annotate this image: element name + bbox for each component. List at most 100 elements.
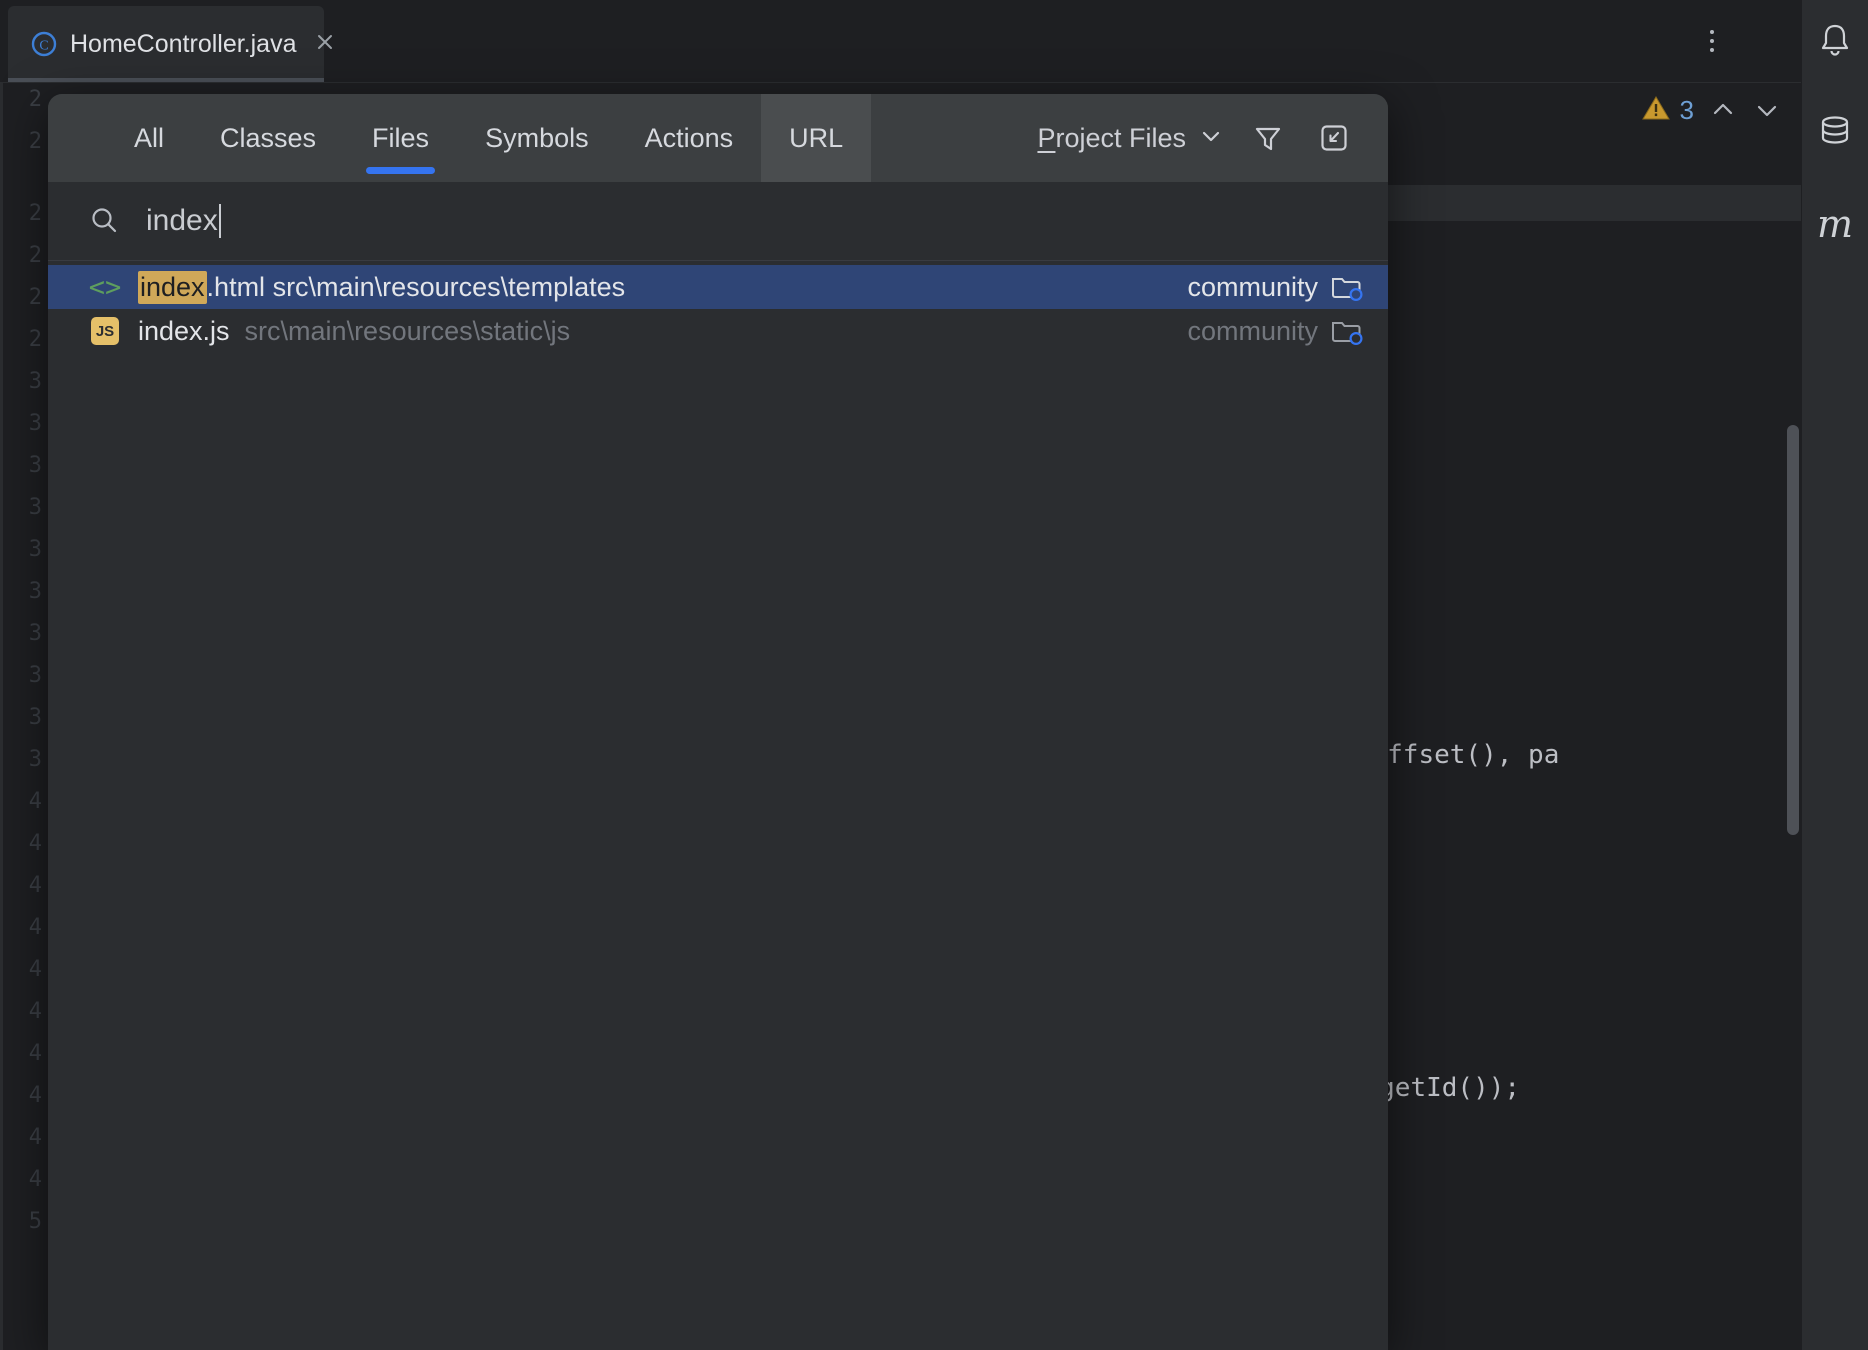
tab-indicator	[366, 167, 436, 174]
gutter-accent	[0, 83, 3, 1350]
right-tool-rail: m	[1801, 0, 1868, 1350]
editor-code-strip	[1410, 222, 1803, 1350]
js-badge-label: JS	[91, 317, 119, 345]
line-number: 2	[28, 285, 42, 310]
tab-label: Symbols	[485, 122, 589, 153]
close-icon[interactable]	[313, 30, 337, 59]
result-module-group: community	[1187, 316, 1364, 347]
scope-selector[interactable]: Project Files	[1037, 123, 1224, 154]
tab-indicator	[783, 167, 849, 174]
line-number: 4	[28, 873, 42, 898]
module-folder-icon	[1330, 272, 1364, 302]
tab-files[interactable]: Files	[344, 94, 457, 182]
notifications-icon[interactable]	[1811, 16, 1859, 64]
scope-mnemonic: P	[1037, 122, 1056, 153]
result-match-highlight: index	[138, 270, 207, 304]
line-number: 3	[28, 537, 42, 562]
result-path: src\main\resources\static\js	[229, 315, 571, 346]
result-module-group: community	[1187, 272, 1364, 303]
line-number: 2	[28, 201, 42, 226]
search-everywhere-popup: All Classes Files Symbols Actions URL Pr…	[48, 94, 1388, 1350]
line-number: 2	[28, 129, 42, 154]
editor-tab-underline	[8, 78, 324, 82]
tab-label: Files	[372, 122, 430, 153]
warning-triangle-icon	[1640, 92, 1672, 129]
line-number: 4	[28, 915, 42, 940]
tab-label: Actions	[644, 122, 734, 153]
tab-url[interactable]: URL	[761, 94, 872, 182]
result-row-index-html[interactable]: <> index .html src\main\resources\templat…	[48, 265, 1388, 309]
line-number: 2	[28, 87, 42, 112]
result-name: index.js	[138, 315, 230, 346]
line-number: 4	[28, 957, 42, 982]
line-number: 3	[28, 495, 42, 520]
line-number: 4	[28, 1083, 42, 1108]
line-number: 3	[28, 369, 42, 394]
js-file-icon: JS	[88, 314, 122, 348]
scope-label: Project Files	[1037, 123, 1186, 154]
tab-indicator	[639, 167, 740, 174]
inspection-widget: 3	[1640, 82, 1782, 138]
line-number: 2	[28, 327, 42, 352]
scope-label-rest: roject Files	[1055, 122, 1186, 153]
database-icon[interactable]	[1811, 108, 1859, 156]
line-number: 3	[28, 747, 42, 772]
line-number: 4	[28, 999, 42, 1024]
line-number: 5	[28, 1209, 42, 1234]
chevron-up-icon[interactable]	[1708, 95, 1738, 125]
line-number: 3	[28, 453, 42, 478]
editor-tab-homecontroller[interactable]: C HomeController.java	[8, 6, 332, 82]
line-number: 3	[28, 705, 42, 730]
chevron-down-icon	[1198, 123, 1224, 154]
search-input[interactable]: index	[146, 182, 1388, 260]
tab-label: URL	[789, 122, 844, 153]
result-module-name: community	[1187, 315, 1318, 346]
line-number: 3	[28, 663, 42, 688]
maven-icon[interactable]: m	[1811, 200, 1859, 248]
result-path: src\main\resources\templates	[265, 271, 626, 302]
search-everywhere-tabs: All Classes Files Symbols Actions URL	[106, 94, 872, 182]
editor-tab-bar: C HomeController.java	[0, 0, 1803, 83]
line-number: 3	[28, 579, 42, 604]
tab-indicator	[214, 167, 322, 174]
result-row-index-js[interactable]: JS index.js src\main\resources\static\js…	[48, 309, 1388, 353]
search-input-value: index	[146, 204, 218, 237]
editor-vertical-scrollbar[interactable]	[1787, 425, 1799, 835]
line-number: 4	[28, 1167, 42, 1192]
ide-window: 2 2 2 2 2 2 3 3 3 3 3 3 3 3 3 3 4 4 4 4 …	[0, 0, 1868, 1350]
open-in-find-window-icon[interactable]	[1312, 116, 1356, 160]
more-vertical-icon[interactable]	[1695, 24, 1729, 58]
text-caret	[218, 204, 221, 238]
search-everywhere-header: All Classes Files Symbols Actions URL Pr…	[48, 94, 1388, 182]
line-number: 4	[28, 1041, 42, 1066]
html-angle-brackets: <>	[88, 271, 122, 303]
tab-actions[interactable]: Actions	[617, 94, 762, 182]
line-number: 4	[28, 831, 42, 856]
tab-label: All	[134, 122, 165, 153]
search-results-list: <> index .html src\main\resources\templat…	[48, 261, 1388, 353]
tab-indicator	[128, 167, 170, 174]
maven-letter: m	[1816, 202, 1854, 246]
tab-label: Classes	[220, 122, 317, 153]
line-number: 4	[28, 789, 42, 814]
line-number: 2	[28, 243, 42, 268]
tab-indicator	[479, 167, 595, 174]
line-number: 4	[28, 1125, 42, 1150]
search-everywhere-header-actions: Project Files	[1037, 94, 1388, 182]
tab-symbols[interactable]: Symbols	[457, 94, 617, 182]
result-module-name: community	[1187, 271, 1318, 302]
chevron-down-icon[interactable]	[1752, 95, 1782, 125]
svg-text:C: C	[39, 39, 48, 54]
search-icon	[84, 201, 124, 241]
warning-count-group[interactable]: 3	[1640, 92, 1694, 129]
result-name: .html	[206, 271, 266, 302]
result-label: index .html src\main\resources\templates	[138, 270, 626, 304]
html-file-icon: <>	[88, 270, 122, 304]
search-input-row[interactable]: index	[48, 182, 1388, 261]
tab-all[interactable]: All	[106, 94, 192, 182]
filter-funnel-icon[interactable]	[1246, 116, 1290, 160]
result-label: index.js src\main\resources\static\js	[138, 316, 570, 347]
java-class-icon: C	[30, 30, 58, 58]
tab-classes[interactable]: Classes	[192, 94, 344, 182]
line-number: 3	[28, 411, 42, 436]
